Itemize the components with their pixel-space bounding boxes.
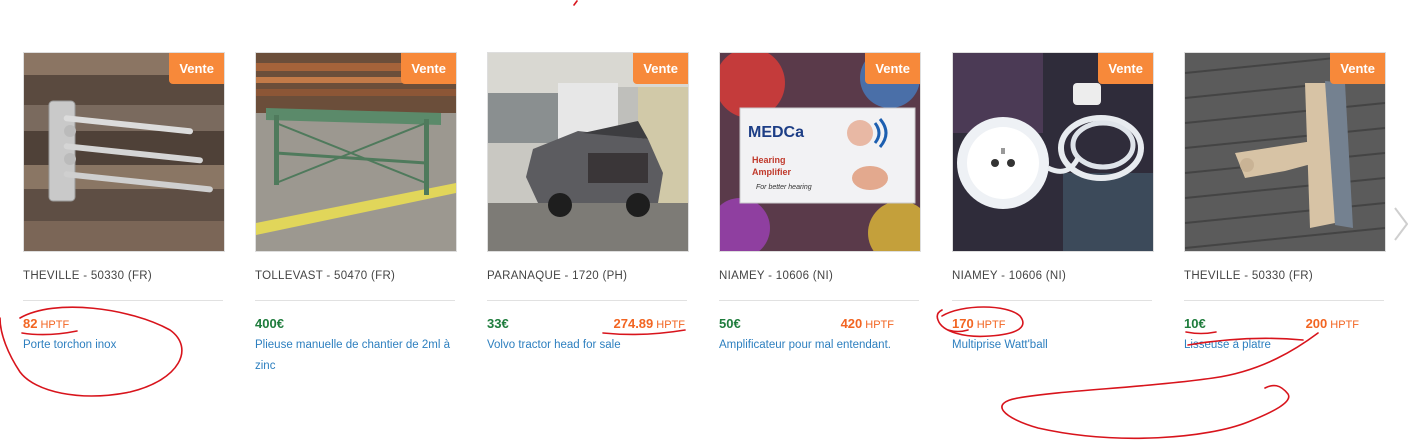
- sale-badge: Vente: [633, 53, 688, 84]
- product-title-link[interactable]: Porte torchon inox: [23, 335, 228, 356]
- divider: [1184, 300, 1384, 301]
- product-image[interactable]: MEDCa Hearing Amplifier For better heari…: [719, 52, 921, 252]
- price-hptf-unit: HPTF: [865, 319, 894, 331]
- product-prices: 33€ 274.89 HPTF: [487, 316, 687, 332]
- product-prices: 50€ 420 HPTF: [719, 316, 919, 332]
- product-prices: 170 HPTF: [952, 316, 1152, 332]
- sale-badge: Vente: [169, 53, 224, 84]
- product-prices: 10€ 200 HPTF: [1184, 316, 1384, 332]
- product-location: THEVILLE - 50330 (FR): [1184, 270, 1314, 282]
- divider: [23, 300, 223, 301]
- amp-line1: Hearing: [752, 155, 786, 165]
- divider: [255, 300, 455, 301]
- product-image[interactable]: Vente: [23, 52, 225, 252]
- product-location: NIAMEY - 10606 (NI): [952, 270, 1067, 282]
- product-title-link[interactable]: Lisseuse à platre: [1184, 335, 1389, 356]
- sale-badge: Vente: [865, 53, 920, 84]
- product-card[interactable]: Vente PARANAQUE - 1720 (PH) 33€ 274.89 HP…: [487, 52, 689, 351]
- product-location: TOLLEVAST - 50470 (FR): [255, 270, 396, 282]
- price-eur: 33€: [487, 316, 509, 331]
- product-prices: 400€: [255, 316, 455, 332]
- price-hptf-value: 200: [1305, 316, 1328, 331]
- price-hptf: 82 HPTF: [23, 316, 69, 331]
- product-image[interactable]: Vente: [1184, 52, 1386, 252]
- product-title-link[interactable]: Volvo tractor head for sale: [487, 335, 692, 356]
- chevron-right-icon: [1394, 207, 1408, 241]
- price-hptf: 274.89 HPTF: [614, 316, 686, 331]
- price-eur: 400€: [255, 316, 284, 331]
- product-image[interactable]: Vente: [487, 52, 689, 252]
- price-eur: 50€: [719, 316, 741, 331]
- price-hptf: 420 HPTF: [841, 316, 894, 331]
- product-card[interactable]: Vente NIAMEY - 10606 (NI) 170 HPTF Multip…: [952, 52, 1154, 351]
- price-eur: 10€: [1184, 316, 1206, 331]
- product-card[interactable]: Vente THEVILLE - 50330 (FR) 10€ 200 HPTF …: [1184, 52, 1386, 351]
- divider: [719, 300, 919, 301]
- price-hptf-value: 420: [840, 316, 863, 331]
- price-hptf-value: 82: [23, 316, 38, 331]
- price-hptf-value: 274.89: [613, 316, 654, 331]
- product-location: PARANAQUE - 1720 (PH): [487, 270, 628, 282]
- amp-brand: MEDCa: [748, 124, 804, 141]
- product-title-link[interactable]: Multiprise Watt'ball: [952, 335, 1157, 356]
- product-card[interactable]: Vente THEVILLE - 50330 (FR) 82 HPTF Porte…: [23, 52, 225, 351]
- product-location: NIAMEY - 10606 (NI): [719, 270, 834, 282]
- price-hptf-unit: HPTF: [656, 319, 685, 331]
- divider: [952, 300, 1152, 301]
- product-title-link[interactable]: Plieuse manuelle de chantier de 2ml à zi…: [255, 335, 460, 377]
- product-image[interactable]: Vente: [952, 52, 1154, 252]
- price-hptf-unit: HPTF: [1330, 319, 1359, 331]
- price-hptf-value: 170: [952, 316, 974, 331]
- product-card[interactable]: Vente TOLLEVAST - 50470 (FR) 400€ Plieus…: [255, 52, 457, 372]
- price-hptf: 170 HPTF: [952, 316, 1005, 331]
- product-card[interactable]: MEDCa Hearing Amplifier For better heari…: [719, 52, 921, 351]
- carousel-next-button[interactable]: [1394, 206, 1408, 242]
- sale-badge: Vente: [401, 53, 456, 84]
- sale-badge: Vente: [1330, 53, 1385, 84]
- price-hptf: 200 HPTF: [1306, 316, 1359, 331]
- product-title-link[interactable]: Amplificateur pour mal entendant.: [719, 335, 924, 356]
- sale-badge: Vente: [1098, 53, 1153, 84]
- product-prices: 82 HPTF: [23, 316, 223, 332]
- product-location: THEVILLE - 50330 (FR): [23, 270, 153, 282]
- price-hptf-unit: HPTF: [976, 319, 1006, 331]
- amp-line2: Amplifier: [752, 167, 792, 177]
- divider: [487, 300, 687, 301]
- product-image[interactable]: Vente: [255, 52, 457, 252]
- price-hptf-unit: HPTF: [40, 319, 70, 331]
- amp-line3: For better hearing: [756, 184, 812, 191]
